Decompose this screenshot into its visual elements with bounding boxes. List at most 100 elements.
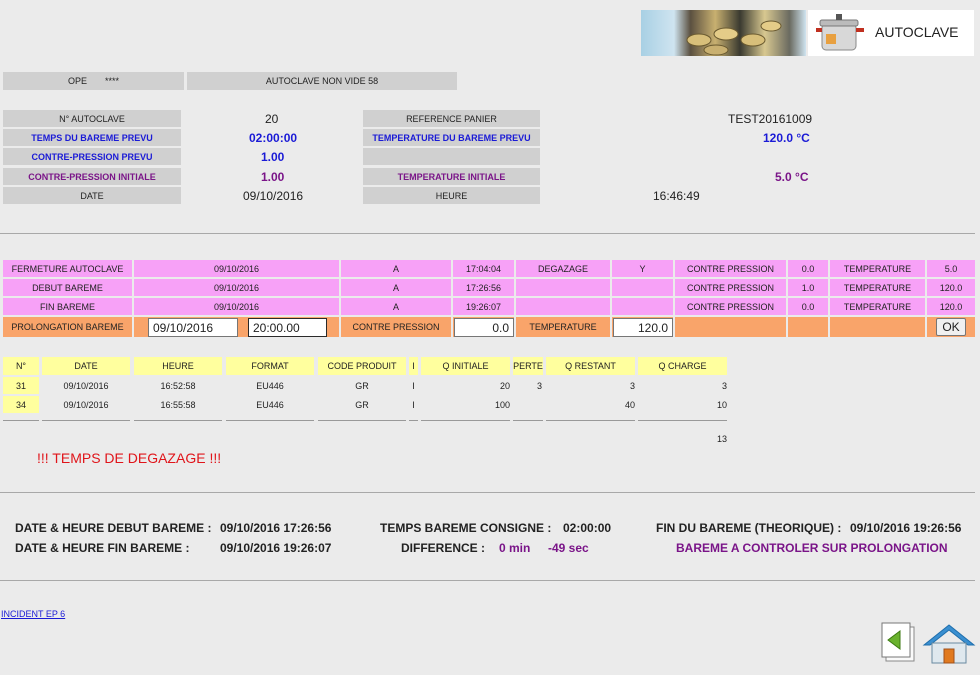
ope-value: **** — [105, 76, 120, 86]
back-button[interactable] — [880, 621, 920, 663]
fin-empty-2 — [612, 298, 673, 315]
contre-pression-initiale-value: 1.00 — [261, 170, 285, 184]
row2-n[interactable]: 34 — [3, 396, 39, 413]
debut-bareme-value: 09/10/2016 17:26:56 — [220, 521, 332, 535]
prolongation-empty-2 — [788, 317, 828, 337]
debut-label: DEBUT BAREME — [3, 279, 132, 296]
prolongation-temp-input[interactable]: 120.0 — [613, 318, 673, 337]
row2-q-charge: 10 — [716, 399, 727, 410]
fermeture-label: FERMETURE AUTOCLAVE — [3, 260, 132, 277]
fermeture-cp-value: 0.0 — [788, 260, 828, 277]
difference-min: 0 min — [499, 541, 531, 555]
col-header-date: DATE — [42, 357, 130, 375]
temperature-bareme-value: 120.0 °C — [763, 131, 810, 145]
temps-bareme-label: TEMPS DU BAREME PREVU — [3, 129, 181, 146]
prolongation-cp-label: CONTRE PRESSION — [341, 317, 451, 337]
fin-cp-label: CONTRE PRESSION — [675, 298, 786, 315]
row2-date: 09/10/2016 — [63, 399, 109, 410]
fin-label: FIN BAREME — [3, 298, 132, 315]
col-header-format: FORMAT — [226, 357, 314, 375]
n-autoclave-label: N° AUTOCLAVE — [3, 110, 181, 127]
col-header-q-initiale: Q INITIALE — [421, 357, 510, 375]
fermeture-temp-value: 5.0 — [927, 260, 975, 277]
degazage-label: DEGAZAGE — [516, 260, 610, 277]
col-header-perte: PERTE — [513, 357, 543, 375]
header-photo-cans — [641, 10, 806, 56]
fin-date: 09/10/2016 — [134, 298, 339, 315]
fin-theorique-value: 09/10/2016 19:26:56 — [850, 521, 962, 535]
ok-button[interactable]: OK — [936, 318, 966, 336]
row1-heure: 16:52:58 — [160, 380, 196, 391]
fin-theorique-label: FIN DU BAREME (THEORIQUE) : — [656, 521, 842, 535]
app-title: AUTOCLAVE — [875, 24, 959, 40]
row2-code-produit: GR — [355, 399, 369, 410]
prolongation-label: PROLONGATION BAREME — [3, 317, 132, 337]
ope-cell: OPE **** — [3, 72, 184, 90]
difference-label: DIFFERENCE : — [401, 541, 485, 555]
temperature-initiale-value: 5.0 °C — [775, 170, 809, 184]
row1-code-produit: GR — [355, 380, 369, 391]
fermeture-time: 17:04:04 — [453, 260, 514, 277]
prolongation-date-input[interactable]: 09/10/2016 — [148, 318, 238, 337]
prolongation-cp-input[interactable]: 0.0 — [454, 318, 514, 337]
divider — [0, 580, 975, 581]
autoclave-icon — [816, 14, 864, 51]
row1-format: EU446 — [256, 380, 284, 391]
back-arrow-icon — [881, 622, 915, 662]
fin-time: 19:26:07 — [453, 298, 514, 315]
debut-time: 17:26:56 — [453, 279, 514, 296]
fin-cp-value: 0.0 — [788, 298, 828, 315]
temperature-bareme-label: TEMPERATURE DU BAREME PREVU — [363, 129, 540, 146]
fermeture-date: 09/10/2016 — [134, 260, 339, 277]
home-button[interactable] — [922, 621, 976, 665]
debut-temp-label: TEMPERATURE — [830, 279, 925, 296]
col-header-q-restant: Q RESTANT — [546, 357, 635, 375]
contre-pression-initiale-label: CONTRE-PRESSION INITIALE — [3, 168, 181, 185]
fin-temp-value: 120.0 — [927, 298, 975, 315]
col-header-n: N° — [3, 357, 39, 375]
ope-label: OPE — [67, 76, 87, 86]
total-charge: 13 — [716, 433, 727, 444]
fin-bareme-label: DATE & HEURE FIN BAREME : — [15, 541, 190, 555]
fermeture-a: A — [341, 260, 451, 277]
bareme-status: BAREME A CONTROLER SUR PROLONGATION — [676, 541, 948, 555]
prolongation-temp-label: TEMPERATURE — [516, 317, 610, 337]
row1-q-initiale: 20 — [499, 380, 510, 391]
reference-panier-label: REFERENCE PANIER — [363, 110, 540, 127]
divider — [0, 492, 975, 493]
row1-i: I — [412, 380, 415, 391]
contre-pression-prevu-value: 1.00 — [261, 150, 285, 164]
autoclave-name: AUTOCLAVE NON VIDE 58 — [187, 72, 457, 90]
row2-q-initiale: 100 — [494, 399, 510, 410]
row1-q-charge: 3 — [721, 380, 727, 391]
debut-cp-label: CONTRE PRESSION — [675, 279, 786, 296]
row1-q-restant: 3 — [629, 380, 635, 391]
divider — [0, 233, 975, 234]
prolongation-time-input[interactable]: 20:00.00 — [248, 318, 327, 337]
col-header-q-charge: Q CHARGE — [638, 357, 727, 375]
date-label: DATE — [3, 187, 181, 204]
debut-temp-value: 120.0 — [927, 279, 975, 296]
incident-link[interactable]: INCIDENT EP 6 — [1, 609, 65, 619]
temps-bareme-value: 02:00:00 — [249, 131, 298, 145]
prolongation-empty-3 — [830, 317, 925, 337]
row2-format: EU446 — [256, 399, 284, 410]
debut-empty-1 — [516, 279, 610, 296]
n-autoclave-value: 20 — [265, 112, 279, 126]
fin-bareme-value: 09/10/2016 19:26:07 — [220, 541, 332, 555]
header-title-box: AUTOCLAVE — [808, 10, 974, 56]
row1-n[interactable]: 31 — [3, 377, 39, 394]
degazage-value: Y — [612, 260, 673, 277]
fermeture-cp-label: CONTRE PRESSION — [675, 260, 786, 277]
temps-consigne-value: 02:00:00 — [563, 521, 612, 535]
debut-a: A — [341, 279, 451, 296]
temps-consigne-label: TEMPS BAREME CONSIGNE : — [380, 521, 552, 535]
debut-empty-2 — [612, 279, 673, 296]
temperature-initiale-label: TEMPERATURE INITIALE — [363, 168, 540, 185]
home-icon — [922, 624, 976, 664]
table-footer-lines — [3, 420, 727, 421]
heure-label: HEURE — [363, 187, 540, 204]
row1-date: 09/10/2016 — [63, 380, 109, 391]
fin-empty-1 — [516, 298, 610, 315]
empty-param-cell — [363, 148, 540, 165]
